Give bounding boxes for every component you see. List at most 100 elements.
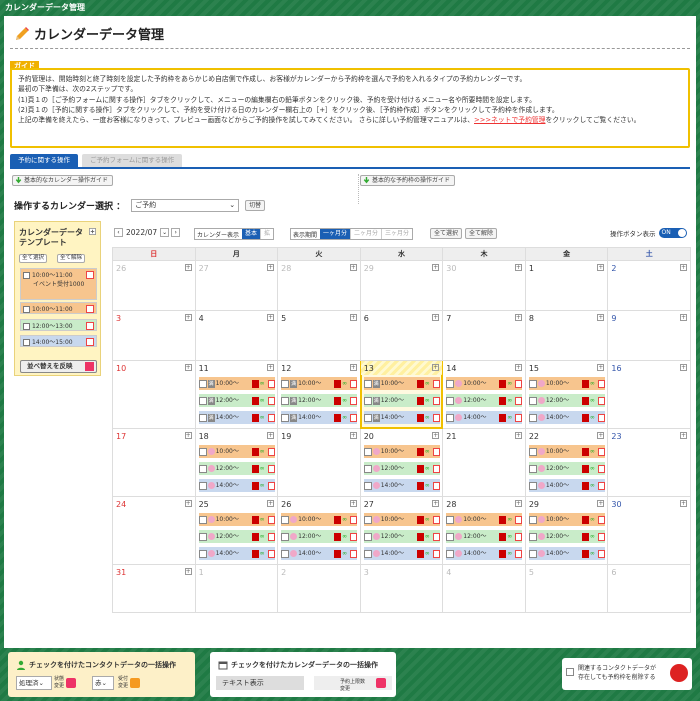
- template-deselect-all[interactable]: 全て解除: [57, 254, 86, 263]
- user-icon[interactable]: [251, 447, 259, 456]
- slot-checkbox[interactable]: [281, 549, 290, 558]
- add-slot-icon[interactable]: +: [349, 432, 357, 439]
- link-icon[interactable]: ∞: [260, 482, 267, 490]
- delete-icon[interactable]: [432, 379, 440, 388]
- user-icon[interactable]: [499, 396, 507, 405]
- calendar-day-cell[interactable]: 28 +: [277, 260, 361, 311]
- reservation-slot[interactable]: 14:00〜 ∞: [198, 479, 275, 492]
- link-icon[interactable]: ∞: [425, 448, 432, 456]
- user-icon[interactable]: [581, 396, 589, 405]
- template-select-all[interactable]: 全て選択: [19, 254, 48, 263]
- add-slot-icon[interactable]: +: [267, 364, 275, 371]
- display-wide-button[interactable]: 拡: [260, 229, 273, 239]
- link-icon[interactable]: ∞: [590, 448, 597, 456]
- calendar-day-cell[interactable]: 2: [277, 564, 361, 613]
- link-icon[interactable]: ∞: [342, 550, 349, 558]
- reservation-slot[interactable]: 14:00〜 ∞: [363, 547, 440, 560]
- link-icon[interactable]: ∞: [590, 380, 597, 388]
- user-icon[interactable]: [499, 413, 507, 422]
- reservation-slot[interactable]: 14:00〜 ∞: [446, 411, 523, 424]
- link-icon[interactable]: ∞: [342, 414, 349, 422]
- reservation-slot[interactable]: 12:00〜 ∞: [528, 462, 605, 475]
- calendar-day-cell[interactable]: 1 +: [524, 260, 609, 311]
- slot-checkbox[interactable]: [363, 396, 372, 405]
- delete-icon[interactable]: [432, 396, 440, 405]
- add-slot-icon[interactable]: +: [349, 500, 357, 507]
- delete-icon[interactable]: [515, 379, 523, 388]
- add-slot-icon[interactable]: +: [597, 500, 605, 507]
- calendar-day-cell[interactable]: 13 + 満 10:00〜 ∞ 満 12:00〜 ∞ 満 14:00〜 ∞: [359, 360, 444, 429]
- user-icon[interactable]: [251, 464, 259, 473]
- delete-icon[interactable]: [597, 447, 605, 456]
- calendar-day-cell[interactable]: 22 +10:00〜 ∞ 12:00〜 ∞ 14:00〜 ∞: [524, 428, 609, 497]
- slot-checkbox[interactable]: [363, 379, 372, 388]
- delete-icon[interactable]: [267, 396, 275, 405]
- user-icon[interactable]: [251, 379, 259, 388]
- slot-checkbox[interactable]: [528, 532, 537, 541]
- link-icon[interactable]: ∞: [425, 533, 432, 541]
- delete-icon[interactable]: [597, 515, 605, 524]
- delete-icon[interactable]: [350, 549, 358, 558]
- basic-guide-button[interactable]: 基本的なカレンダー操作ガイド: [12, 175, 114, 186]
- slot-checkbox[interactable]: [281, 396, 290, 405]
- slot-checkbox[interactable]: [198, 447, 207, 456]
- user-icon[interactable]: [251, 481, 259, 490]
- delete-icon[interactable]: [267, 532, 275, 541]
- calendar-day-cell[interactable]: 17 +: [112, 428, 196, 497]
- reservation-slot[interactable]: 満 12:00〜 ∞: [363, 394, 440, 407]
- pin-icon[interactable]: [130, 678, 140, 688]
- slot-checkbox[interactable]: [528, 379, 537, 388]
- delete-icon[interactable]: [350, 379, 358, 388]
- template-checkbox[interactable]: [23, 272, 30, 279]
- slot-checkbox[interactable]: [528, 549, 537, 558]
- template-checkbox[interactable]: [23, 323, 30, 330]
- add-slot-icon[interactable]: +: [680, 432, 687, 439]
- add-slot-icon[interactable]: +: [514, 432, 522, 439]
- reservation-slot[interactable]: 10:00〜 ∞: [446, 513, 523, 526]
- slot-checkbox[interactable]: [528, 464, 537, 473]
- add-slot-icon[interactable]: +: [680, 364, 687, 371]
- link-icon[interactable]: ∞: [260, 516, 267, 524]
- reservation-slot[interactable]: 10:00〜 ∞: [528, 445, 605, 458]
- calendar-day-cell[interactable]: 29 +10:00〜 ∞ 12:00〜 ∞ 14:00〜 ∞: [524, 496, 609, 565]
- reservation-slot[interactable]: 10:00〜 ∞: [281, 513, 358, 526]
- apply-sort-button[interactable]: 並べ替えを反映: [20, 360, 97, 373]
- delete-icon[interactable]: [432, 549, 440, 558]
- user-icon[interactable]: [416, 379, 424, 388]
- add-slot-icon[interactable]: +: [267, 500, 275, 507]
- delete-icon[interactable]: [597, 549, 605, 558]
- calendar-day-cell[interactable]: 23 +: [607, 428, 691, 497]
- delete-icon[interactable]: [432, 481, 440, 490]
- calendar-day-cell[interactable]: 19 +: [277, 428, 361, 497]
- slot-checkbox[interactable]: [363, 549, 372, 558]
- link-icon[interactable]: ∞: [342, 516, 349, 524]
- calendar-day-cell[interactable]: 3 +: [112, 310, 196, 361]
- color-select[interactable]: 赤⌄: [92, 676, 114, 690]
- user-icon[interactable]: [416, 515, 424, 524]
- link-icon[interactable]: ∞: [590, 414, 597, 422]
- add-slot-icon[interactable]: +: [349, 314, 357, 321]
- calendar-day-cell[interactable]: 6 +: [359, 310, 444, 361]
- link-icon[interactable]: ∞: [260, 550, 267, 558]
- slot-checkbox[interactable]: [198, 379, 207, 388]
- slot-guide-button[interactable]: 基本的な予約枠の操作ガイド: [360, 175, 456, 186]
- slot-checkbox[interactable]: [281, 532, 290, 541]
- delete-icon[interactable]: [267, 464, 275, 473]
- calendar-day-cell[interactable]: 16 +: [607, 360, 691, 429]
- calendar-day-cell[interactable]: 9 +: [607, 310, 691, 361]
- link-icon[interactable]: ∞: [507, 414, 514, 422]
- delete-icon[interactable]: [597, 413, 605, 422]
- calendar-day-cell[interactable]: 21 +: [442, 428, 526, 497]
- reservation-slot[interactable]: 14:00〜 ∞: [446, 547, 523, 560]
- reservation-slot[interactable]: 満 14:00〜 ∞: [198, 411, 275, 424]
- slot-checkbox[interactable]: [363, 464, 372, 473]
- add-slot-icon[interactable]: +: [597, 364, 605, 371]
- add-slot-icon[interactable]: +: [267, 264, 275, 271]
- slot-checkbox[interactable]: [528, 447, 537, 456]
- slot-checkbox[interactable]: [528, 481, 537, 490]
- link-icon[interactable]: ∞: [507, 550, 514, 558]
- reservation-slot[interactable]: 12:00〜 ∞: [363, 530, 440, 543]
- slot-checkbox[interactable]: [363, 481, 372, 490]
- calendar-day-cell[interactable]: 25 +10:00〜 ∞ 12:00〜 ∞ 14:00〜 ∞: [194, 496, 279, 565]
- delete-icon[interactable]: [597, 532, 605, 541]
